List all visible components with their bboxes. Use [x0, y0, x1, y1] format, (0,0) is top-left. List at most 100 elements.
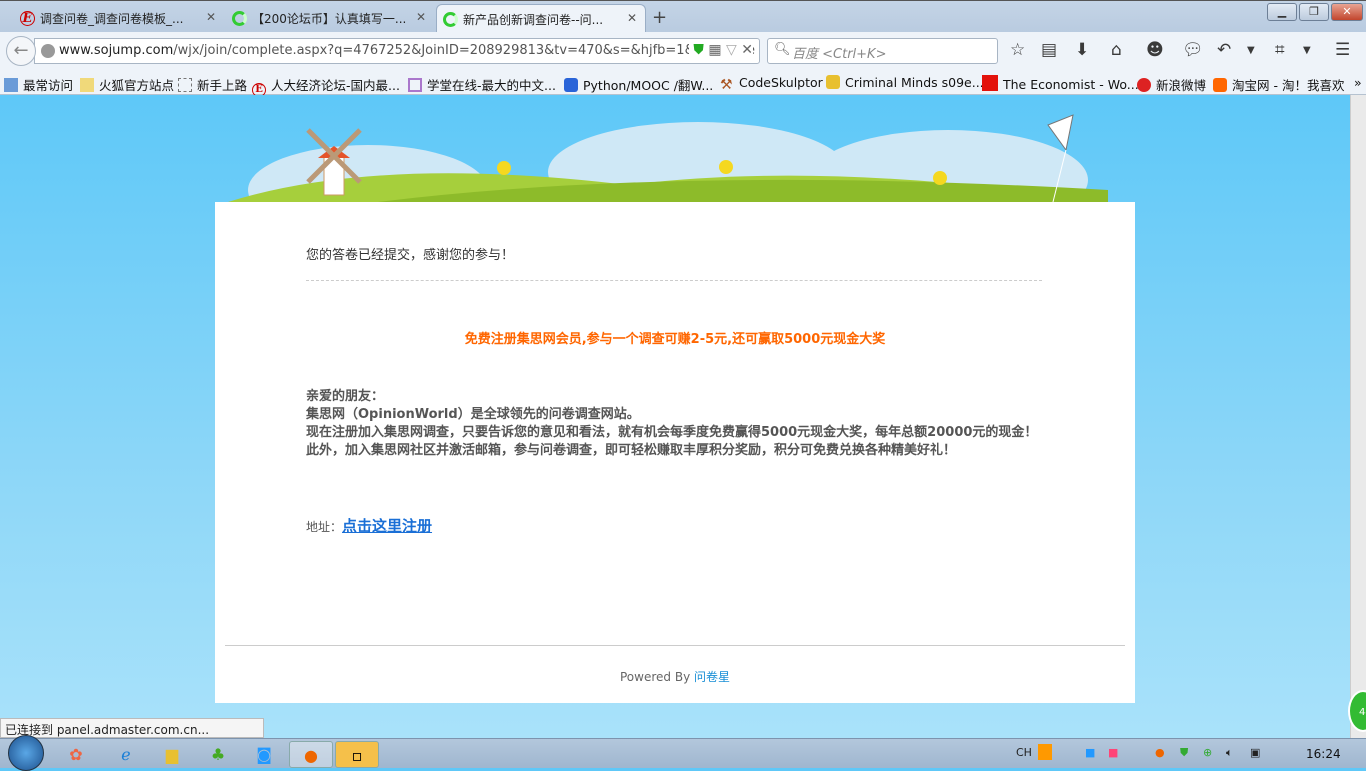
header-landscape — [228, 114, 1108, 202]
nav-bar: www.sojump.com/wjx/join/complete.aspx?q=… — [0, 32, 1366, 70]
taskbar-app-icon[interactable]: ✿ — [54, 741, 98, 768]
loading-icon — [443, 12, 458, 27]
body-line: 现在注册加入集思网调查，只要告诉您的意见和看法，就有机会每季度免费赢得5000元… — [306, 425, 1038, 440]
smiley-icon[interactable]: ☻ — [1146, 40, 1164, 60]
input-language[interactable]: CH — [1016, 746, 1032, 759]
bookmark-firefox-site[interactable]: 火狐官方站点 — [80, 75, 174, 94]
bookmark-label: Criminal Minds s09e... — [845, 75, 984, 90]
qq-icon[interactable]: ● — [1155, 746, 1165, 759]
promo-text: 免费注册集思网会员,参与一个调查可赚2-5元,还可赢取5000元现金大奖 — [464, 332, 886, 347]
chat-icon[interactable]: 💬︎ — [1182, 40, 1204, 60]
greeting: 亲爱的朋友： — [306, 389, 385, 404]
bookmark-label: 淘宝网 - 淘！我喜欢 — [1232, 78, 1345, 93]
divider — [306, 280, 1042, 281]
bookmark-label: Python/MOOC /翻W... — [583, 78, 714, 93]
new-tab-button[interactable]: + — [652, 7, 667, 28]
start-button[interactable] — [8, 735, 44, 771]
taskbar-app-icon[interactable]: ◙ — [242, 741, 286, 768]
completion-card: 您的答卷已经提交，感谢您的参与！ 免费注册集思网会员,参与一个调查可赚2-5元,… — [215, 202, 1135, 703]
bookmark-taobao[interactable]: 淘宝网 - 淘！我喜欢 — [1213, 75, 1344, 94]
taskbar: ✿ ℯ ▆ ♣ ◙ ● ▫ CH ■ ■ ● ⛊ ⊕ 🔈︎ ▣ 16:24 — [0, 735, 1366, 771]
close-tab-icon[interactable]: ✕ — [416, 10, 426, 24]
address-row: 地址：点击这里注册 — [306, 515, 432, 536]
crop-icon[interactable]: ⌗ — [1275, 40, 1285, 60]
bookmark-getting-started[interactable]: 新手上路 — [178, 75, 247, 94]
close-tab-icon[interactable]: ✕ — [627, 11, 637, 25]
shield-icon[interactable]: ⛊ — [693, 42, 704, 58]
ie-icon[interactable]: ℯ — [104, 741, 148, 768]
bookmark-xuetangx[interactable]: 学堂在线-最大的中文... — [408, 75, 556, 94]
tray-app-icon[interactable]: ⊕ — [1203, 746, 1212, 759]
tab-label: 【200论坛币】认真填写一... — [252, 12, 407, 26]
download-icon[interactable]: ⬇ — [1075, 40, 1089, 60]
bookmark-pinggu[interactable]: E 人大经济论坛-国内最... — [252, 75, 400, 97]
explorer-icon[interactable]: ▆ — [150, 741, 194, 768]
reading-list-icon[interactable]: ▤ — [1041, 40, 1057, 60]
register-link[interactable]: 点击这里注册 — [342, 517, 432, 535]
network-icon[interactable]: ▣ — [1250, 746, 1260, 759]
parrot-icon[interactable]: ♣ — [196, 741, 240, 768]
search-placeholder: 百度 <Ctrl+K> — [792, 47, 887, 62]
wenjuanxing-link[interactable]: 问卷星 — [694, 670, 730, 684]
clock[interactable]: 16:24 — [1306, 747, 1341, 761]
bookmark-star-icon[interactable]: ☆ — [1010, 40, 1025, 60]
flower-icon — [933, 171, 947, 185]
flower-icon — [719, 160, 733, 174]
tab-survey-templates[interactable]: E 调查问卷_调查问卷模板_... ✕ — [14, 4, 224, 33]
footer-divider — [225, 645, 1125, 646]
bookmark-label: 新手上路 — [197, 78, 248, 93]
tab-label: 新产品创新调查问卷--问... — [463, 13, 604, 27]
back-button[interactable]: ← — [6, 36, 36, 66]
url-domain: www.sojump.com — [59, 43, 174, 58]
close-tab-icon[interactable]: ✕ — [206, 10, 216, 24]
crop-dropdown-icon[interactable]: ▼ — [1303, 45, 1311, 56]
restore-button[interactable]: ❐ — [1299, 3, 1329, 21]
address-label: 地址： — [306, 520, 343, 534]
search-input[interactable]: 🔍︎ 百度 <Ctrl+K> — [767, 38, 998, 64]
close-window-button[interactable]: ✕ — [1331, 3, 1363, 21]
globe-icon — [41, 44, 55, 58]
bookmark-weibo[interactable]: 新浪微博 — [1137, 75, 1206, 94]
bookmark-label: 最常访问 — [23, 78, 74, 93]
bookmark-label: 新浪微博 — [1156, 78, 1207, 93]
tab-current-survey[interactable]: 新产品创新调查问卷--问... ✕ — [436, 4, 646, 33]
thanks-message: 您的答卷已经提交，感谢您的参与！ — [306, 248, 515, 263]
e-icon: E — [20, 11, 35, 26]
status-bar: 已连接到 panel.admaster.com.cn... — [0, 718, 264, 738]
bookmark-label: 人大经济论坛-国内最... — [271, 78, 400, 93]
security-shield-icon[interactable]: ⛊ — [1180, 746, 1188, 760]
taskbar-window-icon[interactable]: ▫ — [335, 741, 379, 768]
bookmark-most-visited[interactable]: 最常访问 — [4, 75, 73, 94]
loading-icon — [232, 11, 247, 26]
url-bar[interactable]: www.sojump.com/wjx/join/complete.aspx?q=… — [34, 38, 760, 64]
tray-app-icon[interactable]: ■ — [1085, 746, 1095, 759]
undo-dropdown-icon[interactable]: ▼ — [1247, 45, 1255, 56]
home-icon[interactable]: ⌂ — [1111, 40, 1122, 60]
bookmark-label: The Economist - Wo... — [1003, 77, 1139, 92]
tray-app-icon[interactable]: ■ — [1108, 746, 1118, 759]
minimize-button[interactable]: ▁ — [1267, 3, 1297, 21]
bing-icon[interactable] — [1038, 744, 1052, 760]
firefox-icon[interactable]: ● — [289, 741, 333, 768]
body-line: 集思网（OpinionWorld）是全球领先的问卷调查网站。 — [306, 407, 640, 422]
bookmark-label: 火狐官方站点 — [99, 78, 175, 93]
scrollbar[interactable] — [1350, 95, 1366, 738]
volume-icon[interactable]: 🔈︎ — [1226, 746, 1233, 760]
tab-label: 调查问卷_调查问卷模板_... — [40, 12, 184, 26]
invitation-text: 亲爱的朋友： 集思网（OpinionWorld）是全球领先的问卷调查网站。 现在… — [306, 388, 1051, 460]
undo-icon[interactable]: ↶ — [1217, 40, 1231, 60]
bookmark-label: CodeSkulptor — [739, 75, 823, 90]
menu-icon[interactable]: ☰ — [1335, 40, 1350, 60]
bookmark-criminal-minds[interactable]: Criminal Minds s09e... — [826, 75, 984, 90]
bookmark-codeskulptor[interactable]: ⚒ CodeSkulptor — [720, 75, 823, 93]
dropdown-icon[interactable]: ▽ — [726, 42, 737, 58]
body-line: 此外，加入集思网社区并激活邮箱，参与问卷调查，即可轻松赚取丰厚积分奖励，积分可免… — [306, 443, 957, 458]
stop-icon[interactable]: ✕ — [741, 42, 753, 58]
bookmarks-overflow[interactable]: » — [1354, 75, 1362, 90]
qr-code-icon[interactable]: ▦ — [708, 42, 721, 58]
tab-forum[interactable]: 【200论坛币】认真填写一... ✕ — [226, 4, 434, 33]
bookmark-python-mooc[interactable]: Python/MOOC /翻W... — [564, 75, 713, 94]
powered-by: Powered By 问卷星 — [215, 668, 1135, 685]
flower-icon — [497, 161, 511, 175]
bookmark-economist[interactable]: The Economist - Wo... — [982, 75, 1139, 92]
